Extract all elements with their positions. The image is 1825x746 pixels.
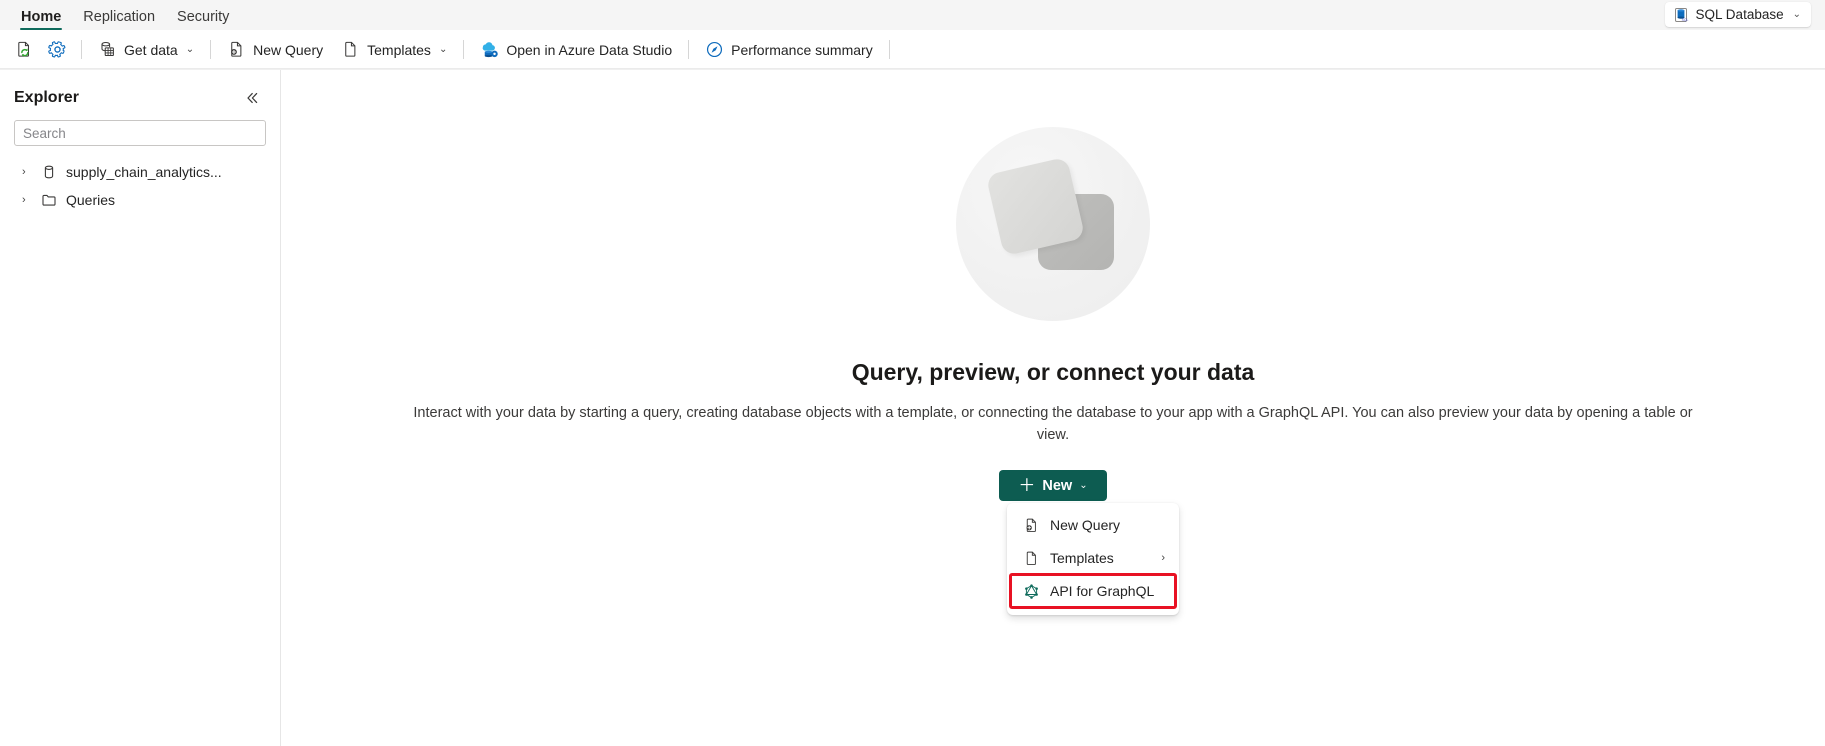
document-icon (1023, 550, 1040, 567)
menu-item-new-query[interactable]: New Query (1011, 509, 1175, 541)
toolbar-divider (210, 40, 212, 59)
gear-icon (48, 40, 67, 59)
ribbon-tab-strip: Home Replication Security SQL SQL Databa… (0, 0, 1825, 30)
tree-item-queries-label: Queries (66, 192, 116, 208)
tree-item-queries[interactable]: › Queries (0, 186, 280, 214)
new-button-area: ＋ New ⌄ New Query Templates › API for Gr… (999, 470, 1179, 615)
settings-button[interactable] (41, 35, 74, 65)
chevron-right-icon[interactable]: › (22, 166, 32, 178)
new-dropdown-menu: New Query Templates › API for GraphQL (1007, 503, 1179, 615)
templates-button[interactable]: Templates ⌄ (332, 35, 456, 65)
menu-item-templates[interactable]: Templates › (1011, 542, 1175, 574)
plus-icon: ＋ (1018, 476, 1036, 495)
explorer-header: Explorer (0, 70, 280, 110)
get-data-button[interactable]: Get data ⌄ (89, 35, 203, 65)
chevron-right-icon: › (1161, 552, 1165, 564)
workspace: Explorer › supp (0, 70, 1825, 746)
chevron-down-icon: ⌄ (1792, 9, 1801, 20)
refresh-page-icon (15, 40, 34, 59)
database-type-badge[interactable]: SQL SQL Database ⌄ (1664, 2, 1811, 27)
tab-security-label: Security (177, 8, 230, 25)
templates-label: Templates (367, 41, 431, 58)
new-query-icon (1023, 517, 1040, 534)
get-data-label: Get data (124, 41, 178, 58)
explorer-tree: › supply_chain_analytics... › Queries (0, 146, 280, 214)
refresh-button[interactable] (8, 35, 41, 65)
gauge-icon (705, 40, 724, 59)
empty-state-panel: Query, preview, or connect your data Int… (281, 70, 1825, 746)
graphql-icon (1023, 583, 1040, 600)
tab-home[interactable]: Home (10, 8, 72, 31)
collapse-explorer-button[interactable] (240, 86, 264, 110)
menu-item-new-query-label: New Query (1050, 517, 1121, 533)
new-query-label: New Query (253, 41, 324, 58)
new-button-label: New (1042, 477, 1073, 494)
folder-icon (41, 192, 57, 208)
chevron-double-left-icon (245, 91, 259, 105)
svg-text:SQL: SQL (1681, 18, 1688, 22)
tab-replication-label: Replication (83, 8, 156, 25)
tab-home-label: Home (21, 8, 62, 25)
search-input[interactable] (14, 120, 266, 146)
chevron-down-icon: ⌄ (438, 44, 448, 55)
toolbar-divider (463, 40, 465, 59)
page-description: Interact with your data by starting a qu… (413, 405, 1693, 443)
database-table-icon (98, 40, 117, 59)
azure-data-studio-icon (480, 40, 499, 59)
toolbar-divider (688, 40, 690, 59)
tree-item-database-label: supply_chain_analytics... (66, 164, 222, 180)
menu-item-api-for-graphql-label: API for GraphQL (1050, 583, 1155, 599)
page-title: Query, preview, or connect your data (851, 359, 1255, 385)
explorer-title: Explorer (14, 89, 79, 106)
toolbar-divider (81, 40, 82, 59)
tab-replication[interactable]: Replication (72, 8, 166, 31)
document-icon (341, 40, 360, 59)
open-in-azure-data-studio-button[interactable]: Open in Azure Data Studio (471, 35, 681, 65)
explorer-panel: Explorer › supp (0, 70, 281, 746)
menu-item-api-for-graphql[interactable]: API for GraphQL (1009, 573, 1177, 609)
new-query-button[interactable]: New Query (218, 35, 332, 65)
command-bar: Get data ⌄ New Query Templates ⌄ Open in… (0, 30, 1825, 70)
menu-item-templates-label: Templates (1050, 550, 1114, 566)
performance-summary-label: Performance summary (731, 41, 873, 58)
chevron-down-icon: ⌄ (1079, 480, 1088, 491)
chevron-down-icon: ⌄ (185, 44, 195, 55)
new-button[interactable]: ＋ New ⌄ (999, 470, 1107, 501)
sql-database-icon: SQL (1673, 7, 1689, 23)
database-icon (41, 164, 57, 180)
new-query-icon (227, 40, 246, 59)
performance-summary-button[interactable]: Performance summary (696, 35, 882, 65)
two-stacked-squares-illustration (956, 127, 1150, 321)
tree-item-database[interactable]: › supply_chain_analytics... (0, 158, 280, 186)
tab-security[interactable]: Security (166, 8, 240, 31)
database-type-label: SQL Database (1695, 7, 1784, 22)
explorer-search-wrap (0, 110, 280, 146)
chevron-right-icon[interactable]: › (22, 194, 32, 206)
toolbar-divider (888, 40, 890, 59)
open-in-azure-data-studio-label: Open in Azure Data Studio (506, 41, 673, 58)
